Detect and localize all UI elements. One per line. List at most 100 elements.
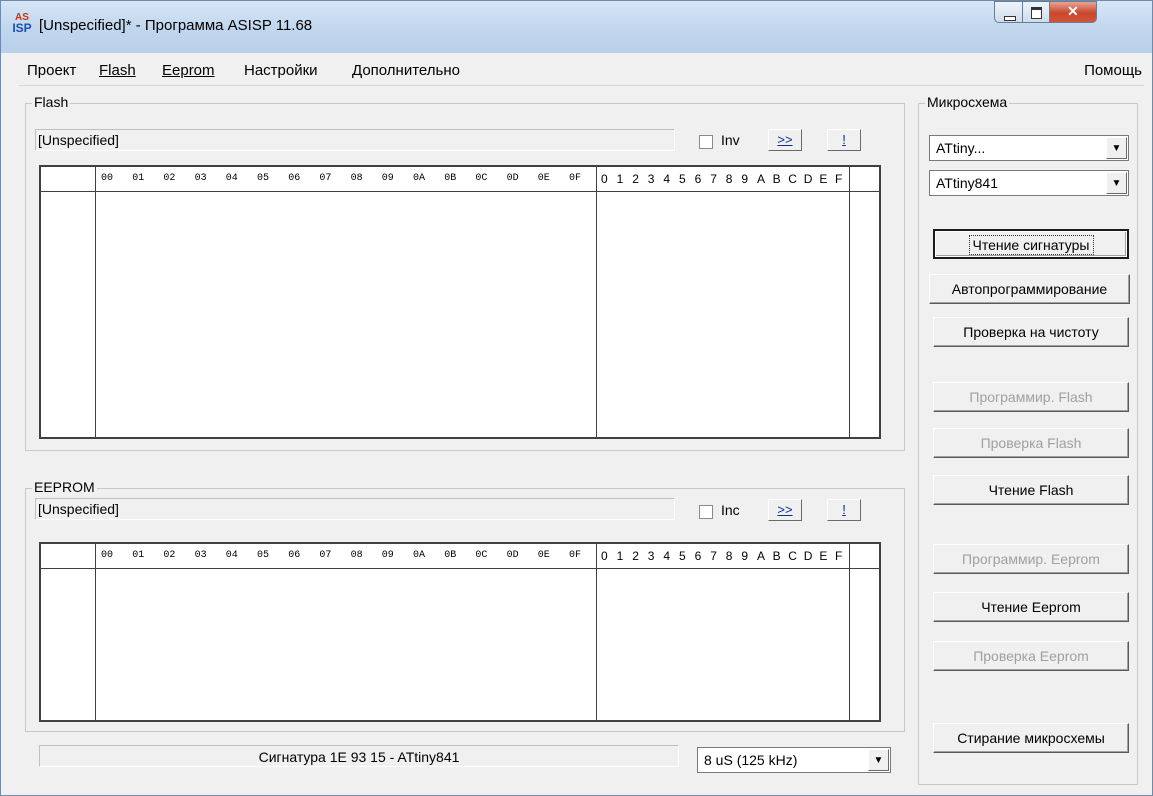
flash-grid-divider [849,167,850,437]
eeprom-ascii-column-header: 1 [616,549,624,563]
auto-program-button[interactable]: Автопрограммирование [929,274,1130,304]
close-button[interactable] [1049,1,1097,23]
flash-hex-column-header: 07 [319,173,332,184]
speed-select-value: 8 uS (125 kHz) [704,752,798,768]
eeprom-ascii-column-header: 3 [647,549,655,563]
eeprom-ascii-column-header: 9 [741,549,749,563]
read-flash-button[interactable]: Чтение Flash [933,475,1129,505]
verify-eeprom-button[interactable]: Проверка Eeprom [933,641,1129,671]
chevron-down-icon[interactable]: ▼ [1106,172,1127,194]
flash-ascii-column-header: 4 [663,172,671,186]
chip-family-value: ATtiny... [936,140,986,156]
menu-eeprom[interactable]: Eeprom [162,62,215,79]
verify-flash-button[interactable]: Проверка Flash [933,428,1129,458]
flash-hex-column-header: 0D [506,173,519,184]
maximize-button[interactable] [1022,1,1050,23]
menu-project[interactable]: Проект [27,62,76,79]
eeprom-ascii-column-header: 4 [663,549,671,563]
eeprom-ascii-column-header: 0 [601,549,608,563]
flash-ascii-column-header: 1 [616,172,624,186]
speed-select[interactable]: 8 uS (125 kHz) ▼ [697,747,891,773]
minimize-button[interactable] [994,1,1023,23]
menu-additional[interactable]: Дополнительно [352,62,460,79]
flash-grid-header: 00 01 02 03 04 05 06 07 08 09 0A 0B 0C 0D 0E 0F 0 1 2 3 4 5 6 7… [41,167,879,192]
eeprom-hex-grid[interactable]: 00 01 02 03 04 05 06 07 08 09 0A 0B 0C 0D 0E 0F 0 1 2 3 4 5 6 7… [39,542,881,722]
eeprom-ascii-column-header: C [788,549,797,563]
main-window: AS ISP [Unspecified]* - Программа ASISP … [0,0,1153,796]
eeprom-hex-column-header: 05 [257,550,270,561]
eeprom-ascii-column-header: E [819,549,828,563]
eeprom-grid-divider [596,544,597,720]
blank-check-button[interactable]: Проверка на чистоту [933,317,1129,347]
flash-ascii-column-header: 5 [679,172,686,186]
flash-hex-column-header: 01 [132,173,145,184]
read-eeprom-button[interactable]: Чтение Eeprom [933,592,1129,622]
eeprom-bang-button[interactable]: ! [827,499,861,521]
chip-family-select[interactable]: ATtiny... ▼ [929,135,1129,161]
flash-ascii-column-header: 2 [632,172,639,186]
read-signature-label: Чтение сигнатуры [968,235,1094,255]
menu-settings[interactable]: Настройки [244,62,318,79]
flash-hex-column-header: 0F [569,173,582,184]
flash-hex-column-header: 08 [350,173,363,184]
flash-ascii-column-header: 7 [710,172,717,186]
eeprom-hex-column-header: 0E [537,550,550,561]
read-signature-button[interactable]: Чтение сигнатуры [933,229,1129,259]
flash-hex-column-header: 03 [194,173,207,184]
eeprom-forward-button[interactable]: >> [768,499,802,521]
flash-hex-column-header: 04 [225,173,238,184]
flash-ascii-column-header: B [772,172,781,186]
eeprom-hex-column-header: 02 [163,550,176,561]
flash-ascii-column-header: E [819,172,828,186]
eeprom-hex-column-header: 08 [350,550,363,561]
eeprom-ascii-column-header: 6 [694,549,702,563]
inc-checkbox-label: Inc [721,502,740,518]
flash-ascii-column-header: A [757,172,766,186]
flash-hex-column-header: 0C [475,173,488,184]
flash-hex-grid[interactable]: 00 01 02 03 04 05 06 07 08 09 0A 0B 0C 0D 0E 0F 0 1 2 3 4 5 6 7… [39,165,881,439]
flash-bang-button[interactable]: ! [827,129,861,151]
flash-hex-column-header: 0B [444,173,457,184]
program-eeprom-button[interactable]: Программир. Eeprom [933,544,1129,574]
chip-group-legend: Микросхема [925,94,1010,110]
flash-file-field: [Unspecified] [35,129,675,151]
chevron-down-icon[interactable]: ▼ [868,749,889,771]
flash-group-legend: Flash [32,94,71,110]
eeprom-file-field: [Unspecified] [35,498,675,520]
menu-flash[interactable]: Flash [99,62,136,79]
icon-text-bottom: ISP [12,21,32,35]
eeprom-hex-column-header: 0D [506,550,519,561]
flash-hex-column-header: 05 [257,173,270,184]
flash-ascii-column-header: 8 [725,172,733,186]
eeprom-ascii-column-header: 2 [632,549,639,563]
eeprom-hex-column-header: 00 [101,550,114,561]
menu-help[interactable]: Помощь [1084,62,1142,79]
eeprom-grid-divider [849,544,850,720]
erase-chip-button[interactable]: Стирание микросхемы [933,723,1129,753]
eeprom-grid-header: 00 01 02 03 04 05 06 07 08 09 0A 0B 0C 0D 0E 0F 0 1 2 3 4 5 6 7… [41,544,879,569]
inv-checkbox-label: Inv [721,132,740,148]
menu-bar: Проект Flash Eeprom Настройки Дополнител… [19,57,1144,86]
program-flash-button[interactable]: Программир. Flash [933,382,1129,412]
inc-checkbox[interactable] [699,505,713,519]
flash-hex-column-header: 06 [288,173,301,184]
flash-hex-column-header: 00 [101,173,114,184]
chevron-down-icon[interactable]: ▼ [1106,137,1127,159]
eeprom-ascii-column-header: 8 [725,549,733,563]
eeprom-hex-column-header: 07 [319,550,332,561]
inv-checkbox[interactable] [699,135,713,149]
flash-ascii-column-header: F [835,172,843,186]
flash-grid-divider [596,167,597,437]
window-title: [Unspecified]* - Программа ASISP 11.68 [39,17,313,34]
title-bar[interactable]: AS ISP [Unspecified]* - Программа ASISP … [1,1,1152,53]
eeprom-hex-column-header: 04 [225,550,238,561]
eeprom-hex-column-header: 03 [194,550,207,561]
eeprom-hex-column-header: 01 [132,550,145,561]
flash-forward-button[interactable]: >> [768,129,802,151]
chip-device-value: ATtiny841 [936,175,998,191]
chip-device-select[interactable]: ATtiny841 ▼ [929,170,1129,196]
flash-ascii-column-header: D [803,172,813,186]
eeprom-ascii-column-header: D [803,549,813,563]
eeprom-hex-column-header: 09 [381,550,394,561]
eeprom-ascii-column-header: A [757,549,766,563]
